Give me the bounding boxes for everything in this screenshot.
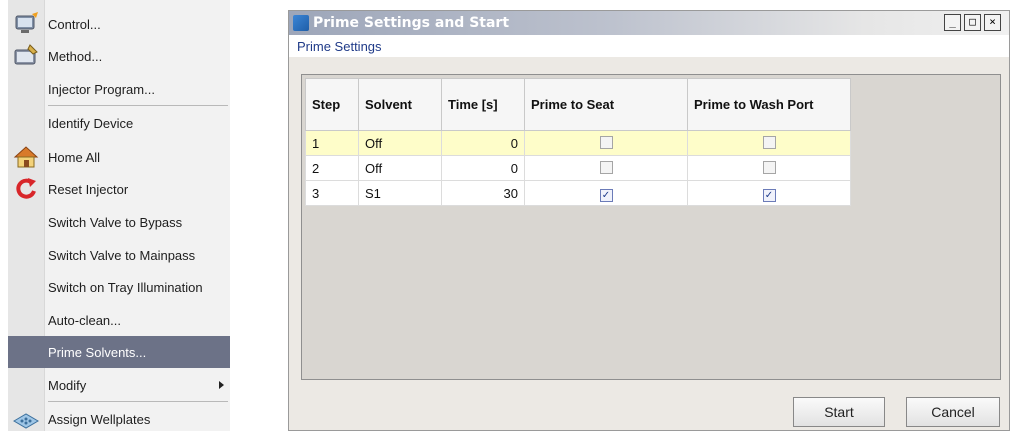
dialog-subtitle-bar: Prime Settings xyxy=(289,35,1009,57)
menu-item-label: Identify Device xyxy=(48,115,134,131)
dialog-title: Prime Settings and Start xyxy=(313,15,510,31)
menu-item-identify-device[interactable]: Identify Device xyxy=(8,107,230,139)
prime-to-seat-checkbox[interactable]: ✓ xyxy=(599,189,613,202)
context-menu: Control... Method... Injector Program...… xyxy=(8,0,230,431)
cancel-button[interactable]: Cancel xyxy=(906,397,1000,427)
prime-settings-dialog: Prime Settings and Start _ □ × Prime Set… xyxy=(288,10,1010,431)
time-cell[interactable]: 0 xyxy=(441,155,525,181)
maximize-button[interactable]: □ xyxy=(964,14,981,31)
prime-to-seat-cell xyxy=(524,155,688,181)
menu-item-home-all[interactable]: Home All xyxy=(8,141,230,173)
column-header-step[interactable]: Step xyxy=(305,78,359,131)
menu-item-label: Reset Injector xyxy=(48,181,129,197)
prime-to-wash-port-checkbox[interactable] xyxy=(762,136,776,149)
submenu-arrow-icon xyxy=(219,381,224,389)
prime-settings-table: Step Solvent Time [s] Prime to Seat Prim… xyxy=(305,78,851,206)
menu-item-label: Home All xyxy=(48,149,101,165)
menu-item-switch-mainpass[interactable]: Switch Valve to Mainpass xyxy=(8,239,230,271)
table-header-row: Step Solvent Time [s] Prime to Seat Prim… xyxy=(305,78,851,131)
column-header-prime-to-seat[interactable]: Prime to Seat xyxy=(524,78,688,131)
prime-to-seat-checkbox[interactable] xyxy=(599,136,613,149)
reset-icon xyxy=(16,178,36,199)
solvent-cell[interactable]: S1 xyxy=(358,180,442,206)
column-header-prime-to-wash-port[interactable]: Prime to Wash Port xyxy=(687,78,851,131)
prime-to-seat-checkbox[interactable] xyxy=(599,161,613,174)
menu-item-label: Modify xyxy=(48,377,87,393)
step-cell[interactable]: 1 xyxy=(305,130,359,156)
prime-to-wash-port-cell: ✓ xyxy=(687,180,851,206)
menu-item-label: Prime Solvents... xyxy=(48,344,147,360)
method-edit-icon xyxy=(14,44,38,65)
time-cell[interactable]: 30 xyxy=(441,180,525,206)
step-cell[interactable]: 2 xyxy=(305,155,359,181)
menu-item-reset-injector[interactable]: Reset Injector xyxy=(8,173,230,205)
prime-to-wash-port-checkbox[interactable]: ✓ xyxy=(762,189,776,202)
menu-item-label: Switch on Tray Illumination xyxy=(48,279,203,295)
column-header-solvent[interactable]: Solvent xyxy=(358,78,442,131)
prime-to-seat-cell: ✓ xyxy=(524,180,688,206)
time-cell[interactable]: 0 xyxy=(441,130,525,156)
solvent-cell[interactable]: Off xyxy=(358,155,442,181)
table-row[interactable]: 3 S1 30 ✓ ✓ xyxy=(305,180,851,206)
menu-item-control[interactable]: Control... xyxy=(8,8,230,40)
menu-item-injector-program[interactable]: Injector Program... xyxy=(8,73,230,105)
prime-to-wash-port-cell xyxy=(687,155,851,181)
menu-item-label: Auto-clean... xyxy=(48,312,121,328)
menu-item-label: Switch Valve to Mainpass xyxy=(48,247,196,263)
table-row[interactable]: 2 Off 0 xyxy=(305,155,851,181)
menu-item-label: Switch Valve to Bypass xyxy=(48,214,183,230)
home-icon xyxy=(13,146,39,168)
table-row[interactable]: 1 Off 0 xyxy=(305,130,851,156)
menu-item-label: Control... xyxy=(48,16,101,32)
dialog-subtitle: Prime Settings xyxy=(297,39,382,54)
close-button[interactable]: × xyxy=(984,14,1001,31)
menu-separator xyxy=(48,105,228,106)
prime-to-seat-cell xyxy=(524,130,688,156)
prime-to-wash-port-checkbox[interactable] xyxy=(762,161,776,174)
menu-item-label: Assign Wellplates xyxy=(48,411,151,427)
menu-separator xyxy=(48,401,228,402)
solvent-cell[interactable]: Off xyxy=(358,130,442,156)
app-icon xyxy=(293,15,309,31)
step-cell[interactable]: 3 xyxy=(305,180,359,206)
menu-item-modify[interactable]: Modify xyxy=(8,369,230,401)
menu-item-label: Injector Program... xyxy=(48,81,155,97)
minimize-button[interactable]: _ xyxy=(944,14,961,31)
monitor-icon xyxy=(15,12,38,33)
dialog-titlebar[interactable]: Prime Settings and Start _ □ × xyxy=(289,11,1009,35)
wellplate-icon xyxy=(13,413,39,429)
menu-item-method[interactable]: Method... xyxy=(8,40,230,72)
prime-settings-table-panel: Step Solvent Time [s] Prime to Seat Prim… xyxy=(301,74,1001,380)
start-button[interactable]: Start xyxy=(793,397,885,427)
menu-item-prime-solvents[interactable]: Prime Solvents... xyxy=(8,336,230,368)
menu-item-label: Method... xyxy=(48,48,103,64)
prime-to-wash-port-cell xyxy=(687,130,851,156)
menu-item-auto-clean[interactable]: Auto-clean... xyxy=(8,304,230,336)
menu-item-tray-illumination[interactable]: Switch on Tray Illumination xyxy=(8,271,230,303)
menu-item-switch-bypass[interactable]: Switch Valve to Bypass xyxy=(8,206,230,238)
column-header-time[interactable]: Time [s] xyxy=(441,78,525,131)
menu-item-assign-wellplates[interactable]: Assign Wellplates xyxy=(8,403,230,435)
